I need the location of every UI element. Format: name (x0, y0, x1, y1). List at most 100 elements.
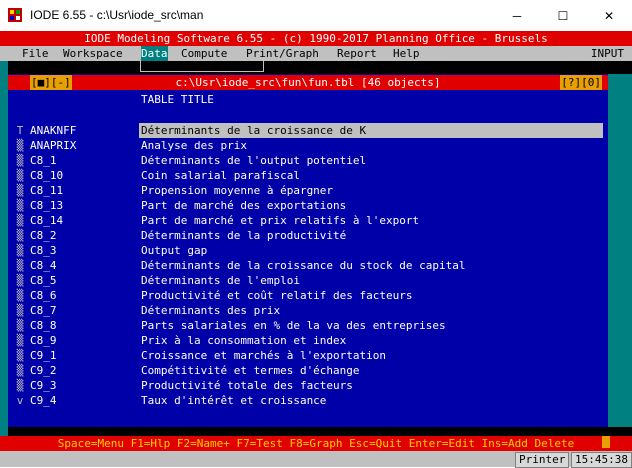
printer-indicator: Printer (515, 452, 570, 468)
row-marker: ▒ (16, 244, 24, 257)
row-marker: ▒ (16, 169, 24, 182)
app-banner: IODE Modeling Software 6.55 - (c) 1990-2… (0, 31, 632, 46)
table-name: ANAKNFF (30, 124, 77, 137)
table-title: Déterminants de la croissance du stock d… (141, 259, 466, 272)
bottom-status-bar: Printer 15:45:38 (0, 451, 632, 468)
table-name: C8_11 (30, 184, 64, 197)
resize-handle[interactable] (602, 436, 610, 448)
table-title: Parts salariales en % de la va des entre… (141, 319, 446, 332)
column-header-title: TABLE TITLE (141, 93, 214, 106)
table-row[interactable]: ▒ C8_4 Déterminants de la croissance du st… (8, 258, 608, 273)
table-row[interactable]: ▒ C8_7 Déterminants des prix (8, 303, 608, 318)
row-marker: T (16, 124, 24, 137)
menu-data[interactable]: Data (141, 46, 168, 61)
row-marker: v (16, 394, 24, 407)
table-file-path: c:\Usr\iode_src\fun\fun.tbl [46 objects] (175, 76, 441, 89)
row-marker: ▒ (16, 199, 24, 212)
table-row[interactable]: ▒ C8_11 Propension moyenne à épargner (8, 183, 608, 198)
row-marker: ▒ (16, 334, 24, 347)
row-marker: ▒ (16, 319, 24, 332)
close-button[interactable]: ✕ (586, 0, 632, 31)
table-name: C8_5 (30, 274, 57, 287)
minimize-icon: ─ (512, 8, 522, 23)
close-icon: ✕ (603, 8, 615, 23)
row-marker: ▒ (16, 229, 24, 242)
vertical-scrollbar[interactable] (608, 74, 632, 427)
table-title: Déterminants des prix (141, 304, 281, 317)
table-name: C9_2 (30, 364, 57, 377)
menu-help[interactable]: Help (393, 46, 420, 61)
row-marker: ▒ (16, 349, 24, 362)
table-title: Coin salarial parafiscal (141, 169, 300, 182)
table-window-titlebar: c:\Usr\iode_src\fun\fun.tbl [46 objects]… (8, 75, 608, 90)
table-name: C8_6 (30, 289, 57, 302)
row-marker: ▒ (16, 364, 24, 377)
key-help-bar: Space=Menu F1=Hlp F2=Name+ F7=Test F8=Gr… (0, 436, 632, 451)
table-name: C8_8 (30, 319, 57, 332)
table-row[interactable]: ▒ C8_3 Output gap (8, 243, 608, 258)
app-icon (8, 8, 22, 22)
table-row[interactable]: ▒ C9_2 Compétitivité et termes d'échange (8, 363, 608, 378)
minimize-button[interactable]: ─ (494, 0, 540, 31)
row-marker: ▒ (16, 259, 24, 272)
menu-file[interactable]: File (22, 46, 49, 61)
input-mode-indicator: INPUT (590, 47, 624, 60)
table-title: Déterminants de la croissance de K (139, 123, 603, 138)
table-row[interactable]: ▒ C8_1 Déterminants de l'output potentiel (8, 153, 608, 168)
row-marker: ▒ (16, 289, 24, 302)
maximize-icon: ☐ (557, 8, 569, 23)
row-marker: ▒ (16, 379, 24, 392)
left-accent-bar (0, 61, 8, 437)
menu-print-graph[interactable]: Print/Graph (246, 46, 319, 61)
table-title: Déterminants de l'output potentiel (141, 154, 367, 167)
table-row[interactable]: ▒ C9_3 Productivité totale des facteurs (8, 378, 608, 393)
table-row[interactable]: ▒ C8_14 Part de marché et prix relatifs à … (8, 213, 608, 228)
row-marker: ▒ (16, 154, 24, 167)
menu-bar: File Workspace Data Compute Print/Graph … (0, 46, 632, 61)
maximize-button[interactable]: ☐ (540, 0, 586, 31)
table-row[interactable]: ▒ ANAPRIX Analyse des prix (8, 138, 608, 153)
window-control-buttons[interactable]: [■][-] (30, 75, 72, 90)
table-row[interactable]: v C9_4 Taux d'intérêt et croissance (8, 393, 608, 408)
table-title: Analyse des prix (141, 139, 247, 152)
table-row[interactable]: ▒ C8_2 Déterminants de la productivité (8, 228, 608, 243)
console-area: IODE Modeling Software 6.55 - (c) 1990-2… (0, 31, 632, 468)
table-name: C8_9 (30, 334, 57, 347)
menu-workspace[interactable]: Workspace (63, 46, 123, 61)
table-title: Compétitivité et termes d'échange (141, 364, 360, 377)
help-zoom-buttons[interactable]: [?][0] (560, 75, 602, 90)
row-marker: ▒ (16, 304, 24, 317)
table-title: Déterminants de la productivité (141, 229, 347, 242)
table-row[interactable]: ▒ C8_5 Déterminants de l'emploi (8, 273, 608, 288)
menu-report[interactable]: Report (337, 46, 377, 61)
table-name: C8_3 (30, 244, 57, 257)
table-name: C9_3 (30, 379, 57, 392)
table-row[interactable]: ▒ C8_10 Coin salarial parafiscal (8, 168, 608, 183)
table-name: C9_4 (30, 394, 57, 407)
menu-compute[interactable]: Compute (181, 46, 227, 61)
table-name: C9_1 (30, 349, 57, 362)
table-name: C8_2 (30, 229, 57, 242)
table-title: Output gap (141, 244, 208, 257)
table-title: Propension moyenne à épargner (141, 184, 334, 197)
table-title: Taux d'intérêt et croissance (141, 394, 327, 407)
table-name: C8_10 (30, 169, 64, 182)
table-name: C8_14 (30, 214, 64, 227)
table-name: C8_13 (30, 199, 64, 212)
window-titlebar: IODE 6.55 - c:\Usr\iode_src\man ─ ☐ ✕ (0, 0, 632, 31)
table-title: Croissance et marchés à l'exportation (141, 349, 387, 362)
table-title: Déterminants de l'emploi (141, 274, 300, 287)
row-marker: ▒ (16, 274, 24, 287)
table-row[interactable]: ▒ C8_13 Part de marché des exportations (8, 198, 608, 213)
table-row[interactable]: ▒ C8_6 Productivité et coût relatif des fa… (8, 288, 608, 303)
table-row[interactable]: ▒ C9_1 Croissance et marchés à l'exportati… (8, 348, 608, 363)
table-name: C8_4 (30, 259, 57, 272)
table-row[interactable]: ▒ C8_9 Prix à la consommation et index (8, 333, 608, 348)
table-name: C8_7 (30, 304, 57, 317)
table-title: Productivité totale des facteurs (141, 379, 353, 392)
row-marker: ▒ (16, 139, 24, 152)
table-row[interactable]: T ANAKNFF Déterminants de la croissance de… (8, 123, 608, 138)
table-title: Part de marché des exportations (141, 199, 347, 212)
table-row[interactable]: ▒ C8_8 Parts salariales en % de la va des … (8, 318, 608, 333)
table-name: ANAPRIX (30, 139, 77, 152)
